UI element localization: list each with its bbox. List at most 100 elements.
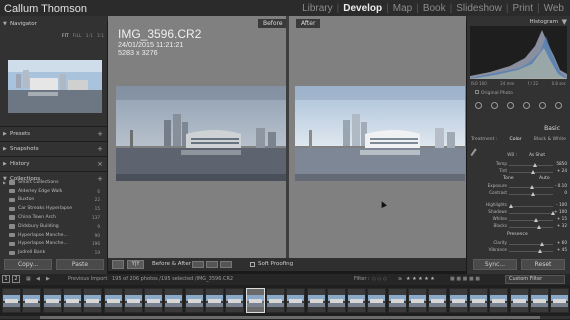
- before-after-mode-button[interactable]: Y|Y: [127, 260, 144, 269]
- filmstrip-thumbnail[interactable]: [306, 288, 326, 313]
- whites-slider[interactable]: Whites + 15: [481, 216, 567, 223]
- filmstrip-thumbnail[interactable]: [347, 288, 367, 313]
- list-item[interactable]: Hyperlapse Manche... 196: [3, 240, 106, 249]
- list-item[interactable]: Jodrell Bank 19: [3, 248, 106, 257]
- slider-thumb[interactable]: [540, 241, 544, 246]
- filmstrip-scrollbar[interactable]: [0, 316, 570, 319]
- crop-tool-icon[interactable]: [475, 101, 483, 109]
- filmstrip-thumbnail[interactable]: [387, 288, 407, 313]
- source-label[interactable]: Previous Import: [68, 276, 107, 282]
- module-slideshow[interactable]: Slideshow: [454, 3, 504, 14]
- adjustment-brush-tool-icon[interactable]: [554, 101, 562, 109]
- slider-thumb[interactable]: [537, 224, 541, 229]
- rating-stars-icon[interactable]: ★ ★ ★ ★ ★: [406, 276, 435, 282]
- tone-auto-button[interactable]: Auto: [539, 176, 550, 181]
- contrast-slider[interactable]: Contrast 0: [481, 190, 567, 197]
- basic-header[interactable]: Basic: [467, 124, 570, 134]
- swap-before-after-button[interactable]: [220, 261, 232, 268]
- wb-row[interactable]: WB : As Shot: [481, 152, 567, 159]
- filmstrip-thumbnail[interactable]: [286, 288, 306, 313]
- slider-thumb[interactable]: [531, 169, 535, 174]
- clarity-slider[interactable]: Clarity + 60: [481, 240, 567, 247]
- zoom-fill[interactable]: FILL: [73, 34, 82, 39]
- slider-thumb[interactable]: [533, 162, 537, 167]
- add-preset-icon[interactable]: +: [97, 128, 103, 140]
- original-photo-checkbox[interactable]: [475, 90, 479, 94]
- filmstrip-thumbnail[interactable]: [22, 288, 42, 313]
- filmstrip-thumbnail[interactable]: [184, 288, 204, 313]
- exposure-value[interactable]: - 0.10: [555, 183, 567, 188]
- filmstrip-thumbnail[interactable]: [205, 288, 224, 313]
- filmstrip-thumbnail[interactable]: [408, 288, 427, 313]
- slider-thumb[interactable]: [538, 248, 542, 253]
- filmstrip-thumbnail[interactable]: [448, 288, 468, 313]
- module-print[interactable]: Print: [510, 3, 535, 14]
- reset-button[interactable]: Reset: [521, 259, 565, 270]
- list-item[interactable]: Hyperlapse Manche... 90: [3, 231, 106, 240]
- before-photo[interactable]: [116, 86, 286, 181]
- white-balance-eyedropper-icon[interactable]: [470, 148, 482, 160]
- highlights-value[interactable]: - 100: [556, 202, 567, 207]
- module-web[interactable]: Web: [542, 3, 566, 14]
- slider-thumb[interactable]: [509, 203, 513, 208]
- blacks-slider[interactable]: Blacks + 32: [481, 223, 567, 230]
- tint-value[interactable]: + 24: [557, 168, 567, 173]
- slider-thumb[interactable]: [531, 191, 535, 196]
- list-item[interactable]: Buxton 22: [3, 196, 106, 205]
- list-item[interactable]: China Town Arch 137: [3, 213, 106, 222]
- histogram[interactable]: [470, 26, 567, 79]
- paste-settings-button[interactable]: Paste: [56, 259, 104, 270]
- shadows-value[interactable]: + 100: [554, 209, 567, 214]
- clarity-value[interactable]: + 60: [557, 240, 567, 245]
- history-header[interactable]: ▶ History ×: [0, 158, 107, 170]
- exposure-slider[interactable]: Exposure - 0.10: [481, 183, 567, 190]
- filmstrip-thumbnail[interactable]: [123, 288, 143, 313]
- filmstrip-thumbnail[interactable]: [489, 288, 509, 313]
- temp-value[interactable]: 5850: [556, 161, 567, 166]
- list-item[interactable]: Didsbury Building 9: [3, 222, 106, 231]
- contrast-value[interactable]: 0: [564, 190, 567, 195]
- filmstrip-thumbnail[interactable]: [245, 288, 265, 313]
- module-book[interactable]: Book: [421, 3, 448, 14]
- treatment-bw[interactable]: Black & White: [534, 137, 566, 142]
- secondary-display-2[interactable]: 2: [12, 275, 20, 283]
- filmstrip-thumbnail[interactable]: [225, 288, 245, 313]
- spot-removal-tool-icon[interactable]: [491, 101, 499, 109]
- whites-value[interactable]: + 15: [557, 216, 567, 221]
- vibrance-value[interactable]: + 45: [557, 247, 567, 252]
- color-label-filter-icons[interactable]: ■ ■ ■ ■ ■: [450, 276, 480, 282]
- presets-header[interactable]: ▶ Presets +: [0, 128, 107, 140]
- navigator-preview[interactable]: [8, 60, 102, 113]
- slider-thumb[interactable]: [534, 217, 538, 222]
- filmstrip-thumbnail[interactable]: [529, 288, 549, 313]
- shadows-slider[interactable]: Shadows + 100: [481, 209, 567, 216]
- secondary-display-1[interactable]: 1: [2, 275, 10, 283]
- filter-preset-select[interactable]: Custom Filter: [505, 275, 565, 284]
- filmstrip-thumbnail[interactable]: [509, 288, 529, 313]
- temp-slider[interactable]: Temp 5850: [481, 161, 567, 168]
- tint-slider[interactable]: Tint + 24: [481, 168, 567, 175]
- graduated-filter-tool-icon[interactable]: [522, 101, 530, 109]
- sync-button[interactable]: Sync...: [473, 259, 517, 270]
- slider-thumb[interactable]: [530, 184, 534, 189]
- filmstrip-thumbnail[interactable]: [428, 288, 448, 313]
- list-item[interactable]: Car Streaks Hyperlapse 15: [3, 204, 106, 213]
- soft-proofing-checkbox[interactable]: [250, 262, 255, 267]
- module-library[interactable]: Library: [300, 3, 335, 14]
- wb-value[interactable]: As Shot: [529, 152, 545, 157]
- back-arrow-icon[interactable]: ◀: [36, 276, 40, 282]
- filmstrip-thumbnail[interactable]: [144, 288, 164, 313]
- red-eye-tool-icon[interactable]: [507, 101, 515, 109]
- snapshots-header[interactable]: ▶ Snapshots +: [0, 143, 107, 155]
- flag-filter-icons[interactable]: ◇ ◇ ◇: [372, 276, 387, 282]
- list-item[interactable]: Alderley Edge Walk 6: [3, 187, 106, 196]
- filmstrip-thumbnail[interactable]: [326, 288, 346, 313]
- copy-before-to-after-button[interactable]: [192, 261, 204, 268]
- list-item[interactable]: ▶ Smart Collections: [3, 178, 106, 187]
- filmstrip-thumbnail[interactable]: [164, 288, 184, 313]
- module-develop[interactable]: Develop: [341, 3, 384, 14]
- filmstrip-thumbnail[interactable]: [103, 288, 123, 313]
- clear-history-icon[interactable]: ×: [97, 158, 103, 170]
- zoom-1-1[interactable]: 1:1: [86, 34, 93, 39]
- grid-view-icon[interactable]: ▦: [26, 276, 31, 282]
